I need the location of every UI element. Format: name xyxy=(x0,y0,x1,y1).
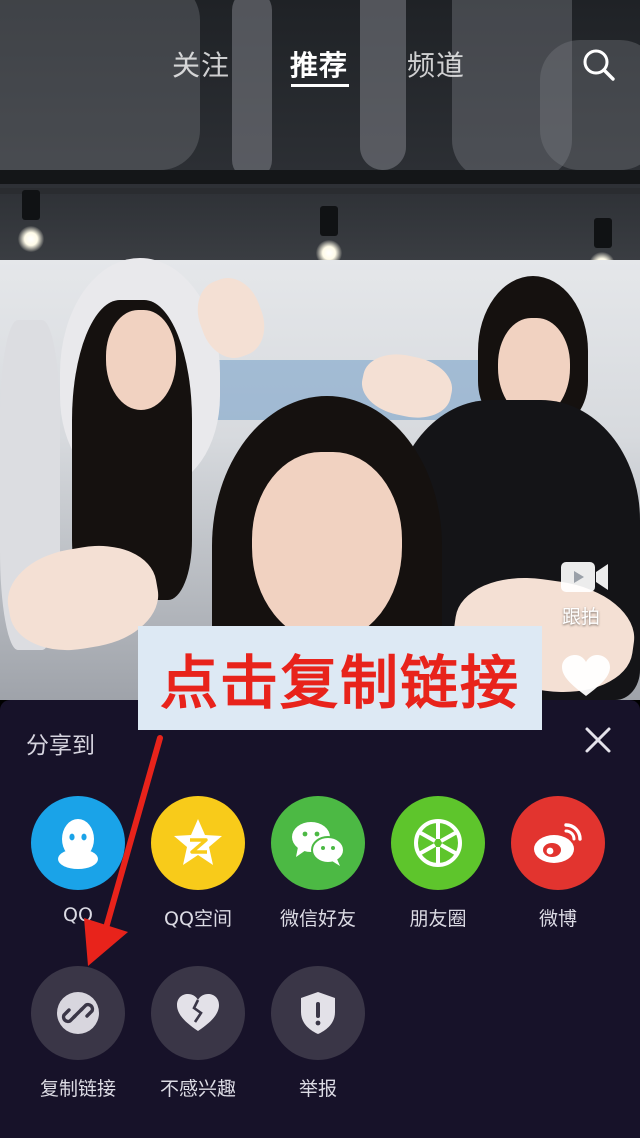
share-target-moments[interactable]: 朋友圈 xyxy=(378,796,498,931)
video-camera-icon[interactable] xyxy=(558,558,610,598)
follow-shoot-label[interactable]: 跟拍 xyxy=(562,602,600,629)
share-target-qq[interactable]: QQ xyxy=(18,796,138,926)
share-target-wechat[interactable]: 微信好友 xyxy=(258,796,378,931)
tab-follow[interactable]: 关注 xyxy=(172,44,230,84)
share-target-label: QQ xyxy=(63,904,93,926)
qq-penguin-icon xyxy=(31,796,125,890)
active-tab-indicator xyxy=(291,84,349,87)
tab-recommend[interactable]: 推荐 xyxy=(290,44,348,84)
shield-alert-icon xyxy=(271,966,365,1060)
share-target-label: 朋友圈 xyxy=(409,908,467,930)
annotation-callout: 点击复制链接 xyxy=(138,626,542,730)
share-sheet-title: 分享到 xyxy=(26,733,95,759)
share-target-weibo[interactable]: 微博 xyxy=(498,796,618,931)
top-nav: 关注 推荐 频道 xyxy=(0,40,640,90)
share-target-qzone[interactable]: QQ空间 xyxy=(138,796,258,931)
qzone-star-icon xyxy=(151,796,245,890)
copy-link-button[interactable]: 复制链接 xyxy=(18,966,138,1101)
broken-heart-icon xyxy=(151,966,245,1060)
action-label: 复制链接 xyxy=(39,1078,116,1100)
not-interested-button[interactable]: 不感兴趣 xyxy=(138,966,258,1101)
share-target-label: 微博 xyxy=(538,908,577,930)
report-button[interactable]: 举报 xyxy=(258,966,378,1101)
link-icon xyxy=(57,992,99,1034)
close-icon[interactable] xyxy=(582,724,614,756)
annotation-text: 点击复制链接 xyxy=(159,649,520,717)
share-sheet: 分享到 QQ QQ空间 微信好友 朋友圈 微博 复制链接 不感兴趣 举报 xyxy=(0,700,640,1138)
share-target-label: 微信好友 xyxy=(279,908,356,930)
video-player[interactable] xyxy=(0,0,640,700)
weibo-icon xyxy=(511,796,605,890)
moments-shutter-icon xyxy=(391,796,485,890)
link-icon-circle xyxy=(31,966,125,1060)
action-label: 不感兴趣 xyxy=(159,1078,236,1100)
heart-icon[interactable] xyxy=(560,654,612,698)
tab-channel[interactable]: 频道 xyxy=(407,44,465,84)
search-icon[interactable] xyxy=(580,46,616,82)
wechat-icon xyxy=(271,796,365,890)
action-label: 举报 xyxy=(298,1078,337,1100)
share-target-label: QQ空间 xyxy=(164,908,232,930)
